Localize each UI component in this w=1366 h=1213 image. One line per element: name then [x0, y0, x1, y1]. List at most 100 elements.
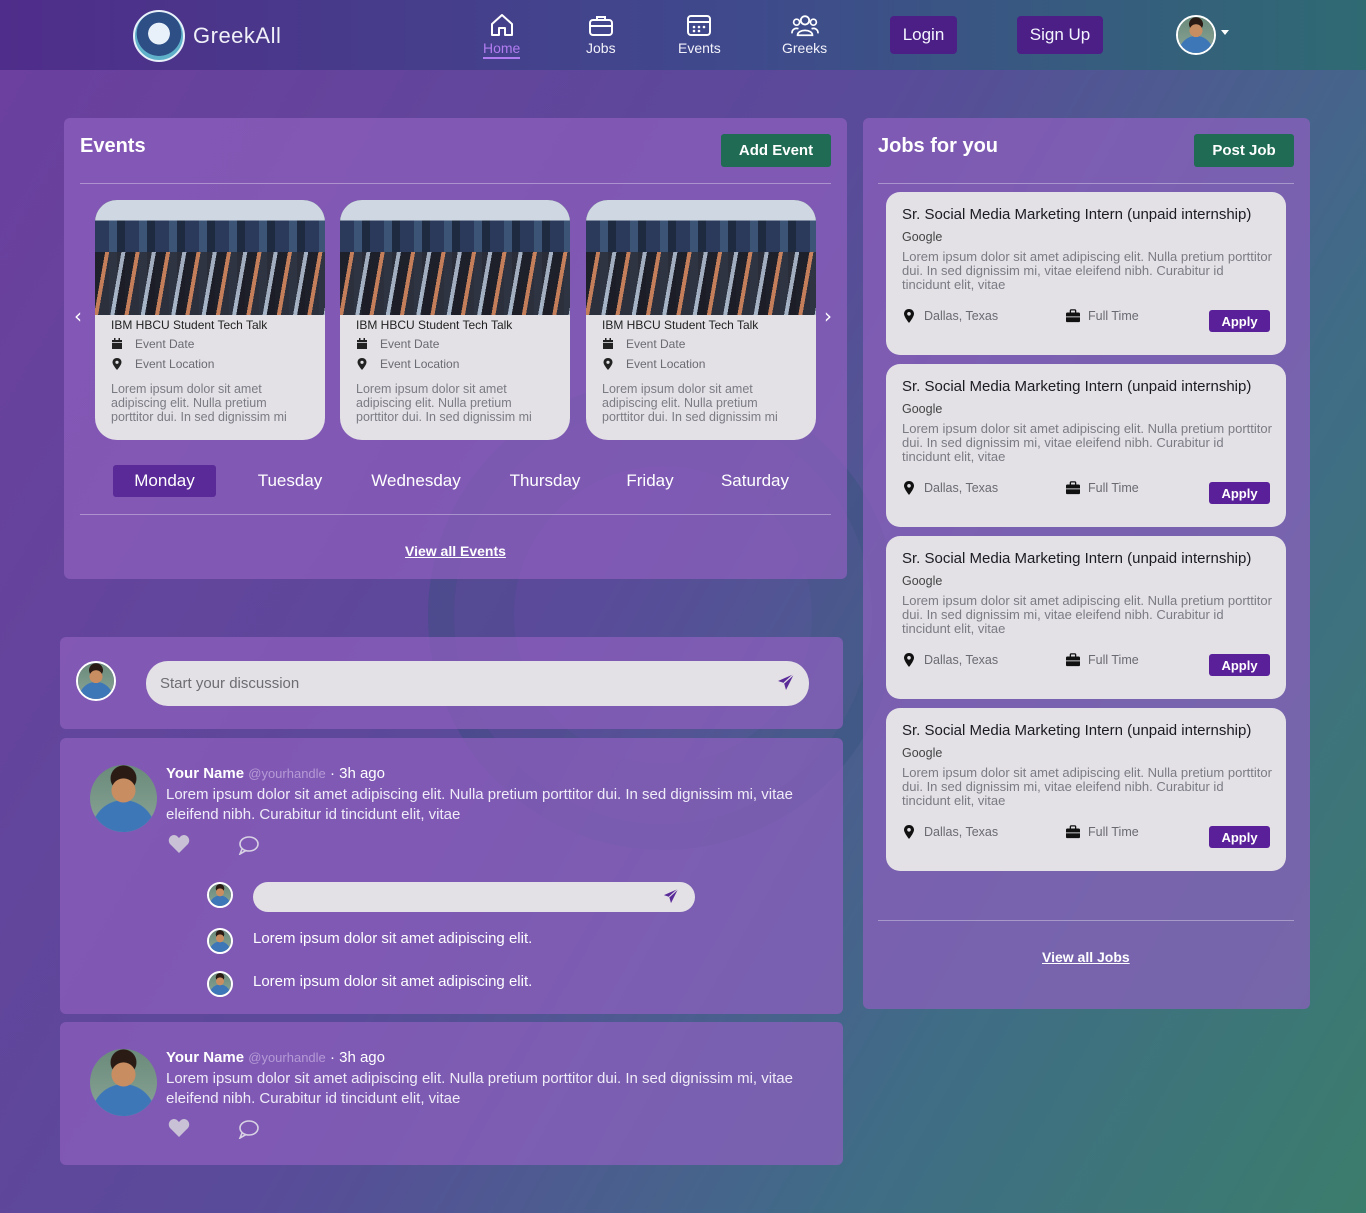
avatar	[207, 928, 233, 954]
carousel-prev-icon[interactable]: ‹	[74, 304, 88, 328]
apply-button[interactable]: Apply	[1209, 482, 1270, 504]
job-company: Google	[902, 746, 943, 760]
location-pin-icon	[904, 825, 914, 839]
job-location: Dallas, Texas	[902, 825, 998, 839]
day-tab-wednesday[interactable]: Wednesday	[364, 465, 468, 497]
location-pin-icon	[904, 653, 914, 667]
avatar	[207, 882, 233, 908]
chevron-down-icon[interactable]	[1221, 30, 1229, 35]
discussion-input[interactable]	[146, 661, 809, 706]
brand-logo-icon	[133, 10, 185, 62]
apply-button[interactable]: Apply	[1209, 826, 1270, 848]
event-card[interactable]: IBM HBCU Student Tech Talk Event Date Ev…	[340, 200, 570, 440]
avatar-image	[209, 973, 231, 995]
calendar-icon	[603, 338, 613, 349]
post-card: Your Name @yourhandle · 3h ago Lorem ips…	[60, 738, 843, 1014]
comment-input[interactable]	[253, 882, 695, 912]
send-icon[interactable]	[663, 888, 679, 904]
apply-button[interactable]: Apply	[1209, 654, 1270, 676]
briefcase-icon	[588, 16, 613, 36]
comment-text: Lorem ipsum dolor sit amet adipiscing el…	[253, 973, 533, 990]
event-card[interactable]: IBM HBCU Student Tech Talk Event Date Ev…	[95, 200, 325, 440]
day-tab-saturday[interactable]: Saturday	[678, 465, 832, 497]
job-location: Dallas, Texas	[902, 309, 998, 323]
location-pin-icon	[904, 309, 914, 323]
comment-icon[interactable]	[238, 835, 260, 855]
event-description: Lorem ipsum dolor sit amet adipiscing el…	[356, 382, 532, 424]
job-company: Google	[902, 230, 943, 244]
home-icon	[490, 14, 513, 36]
heart-icon[interactable]	[168, 1118, 190, 1138]
post-author[interactable]: Your Name	[166, 1049, 244, 1066]
day-tab-monday[interactable]: Monday	[113, 465, 216, 497]
heart-icon[interactable]	[168, 834, 190, 854]
login-button[interactable]: Login	[890, 16, 957, 54]
job-title: Sr. Social Media Marketing Intern (unpai…	[902, 206, 1252, 223]
job-location-text: Dallas, Texas	[924, 309, 999, 323]
avatar[interactable]	[90, 1049, 157, 1116]
event-location-text: Event Location	[626, 357, 706, 371]
location-pin-icon	[357, 358, 367, 370]
avatar	[76, 661, 116, 701]
job-type: Full Time	[1066, 309, 1139, 323]
apply-button[interactable]: Apply	[1209, 310, 1270, 332]
job-title: Sr. Social Media Marketing Intern (unpai…	[902, 378, 1252, 395]
briefcase-icon	[1066, 653, 1080, 667]
briefcase-icon	[1066, 481, 1080, 495]
event-image	[95, 200, 325, 315]
nav-label: Home	[483, 40, 521, 59]
event-location-text: Event Location	[135, 357, 215, 371]
send-icon[interactable]	[777, 673, 795, 691]
divider	[878, 183, 1294, 184]
job-card[interactable]: Sr. Social Media Marketing Intern (unpai…	[886, 708, 1286, 871]
nav-label: Greeks	[782, 40, 828, 56]
post-time: · 3h ago	[329, 1049, 385, 1066]
view-all-events-link[interactable]: View all Events	[405, 543, 506, 559]
post-handle[interactable]: @yourhandle	[248, 1050, 326, 1065]
job-type-text: Full Time	[1088, 309, 1139, 323]
job-description: Lorem ipsum dolor sit amet adipiscing el…	[902, 593, 1272, 636]
post-header: Your Name @yourhandle · 3h ago	[166, 765, 385, 782]
add-event-button[interactable]: Add Event	[721, 134, 831, 167]
profile-avatar[interactable]	[1176, 15, 1216, 55]
event-image	[586, 200, 816, 315]
view-all-jobs-link[interactable]: View all Jobs	[1042, 949, 1130, 965]
job-location: Dallas, Texas	[902, 481, 998, 495]
nav-events[interactable]: Events	[678, 12, 721, 56]
event-date: Event Date	[356, 337, 439, 351]
signup-button[interactable]: Sign Up	[1017, 16, 1103, 54]
nav-jobs[interactable]: Jobs	[586, 12, 616, 56]
avatar-image	[209, 930, 231, 952]
briefcase-icon	[1066, 309, 1080, 323]
job-type: Full Time	[1066, 825, 1139, 839]
avatar-image	[78, 663, 114, 699]
carousel-next-icon[interactable]: ›	[824, 304, 838, 328]
avatar	[207, 971, 233, 997]
event-date-text: Event Date	[380, 337, 440, 351]
avatar[interactable]	[90, 765, 157, 832]
job-card[interactable]: Sr. Social Media Marketing Intern (unpai…	[886, 192, 1286, 355]
post-body: Lorem ipsum dolor sit amet adipiscing el…	[166, 786, 793, 823]
event-description: Lorem ipsum dolor sit amet adipiscing el…	[111, 382, 287, 424]
day-tab-thursday[interactable]: Thursday	[468, 465, 622, 497]
job-card[interactable]: Sr. Social Media Marketing Intern (unpai…	[886, 364, 1286, 527]
job-description: Lorem ipsum dolor sit amet adipiscing el…	[902, 249, 1272, 292]
post-author[interactable]: Your Name	[166, 765, 244, 782]
comment-icon[interactable]	[238, 1119, 260, 1139]
nav-greeks[interactable]: Greeks	[782, 12, 827, 56]
calendar-icon	[357, 338, 367, 349]
nav-home[interactable]: Home	[483, 12, 521, 59]
event-location: Event Location	[356, 357, 459, 371]
post-job-button[interactable]: Post Job	[1194, 134, 1294, 167]
brand[interactable]: GreekAll	[133, 10, 281, 62]
day-tab-tuesday[interactable]: Tuesday	[216, 465, 364, 497]
event-card[interactable]: IBM HBCU Student Tech Talk Event Date Ev…	[586, 200, 816, 440]
avatar-image	[90, 1049, 157, 1116]
job-type: Full Time	[1066, 653, 1139, 667]
calendar-icon	[687, 15, 712, 36]
nav-label: Jobs	[586, 40, 616, 56]
post-handle[interactable]: @yourhandle	[248, 766, 326, 781]
job-card[interactable]: Sr. Social Media Marketing Intern (unpai…	[886, 536, 1286, 699]
day-tab-friday[interactable]: Friday	[622, 465, 678, 497]
event-location: Event Location	[602, 357, 705, 371]
